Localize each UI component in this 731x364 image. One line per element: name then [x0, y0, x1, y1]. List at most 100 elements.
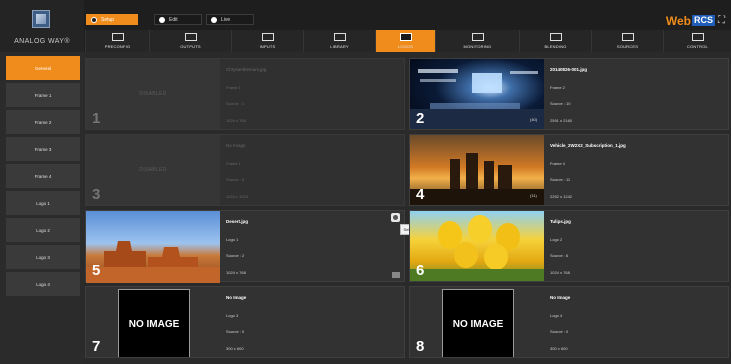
card-resolution: 2591 x 2160 — [550, 118, 573, 123]
tab-label: SOURCES — [616, 44, 639, 49]
card-info: Vehicle_2W2X2_Subscription_1.jpg Frame 4… — [550, 135, 728, 205]
disabled-label: DISABLED — [139, 167, 167, 173]
disabled-label: DISABLED — [139, 91, 167, 97]
inputs-icon — [261, 33, 274, 41]
logo-card-3[interactable]: DISABLED 3 No Image Frame 1 Source : 0 1… — [85, 134, 405, 206]
card-filename: No Image — [226, 143, 246, 148]
logo-card-5[interactable]: 5 Desert.jpg Logo 1 Source : 2 1024 x 76… — [85, 210, 418, 283]
tab-label: LOGOS — [397, 44, 414, 49]
card-source: Source : 11 — [550, 177, 571, 182]
factory-image-icon — [410, 153, 544, 205]
card-badge: (40) — [530, 117, 538, 122]
control-icon — [691, 33, 704, 41]
tab-library[interactable]: LIBRARY — [303, 30, 375, 52]
card-filename: Desert.jpg — [226, 219, 249, 224]
sidebar-item-label: General — [34, 65, 51, 71]
logo-card-8[interactable]: NO IMAGE 8 No Image Logo 4 Source : 0 30… — [409, 286, 729, 358]
monitoring-icon — [471, 33, 484, 41]
blending-icon — [549, 33, 562, 41]
logo-grid: DISABLED 1 Chrysanthemum.jpg Frame 1 Sou… — [85, 56, 731, 364]
mode-edit-button[interactable]: Edit — [154, 14, 202, 25]
card-number: 5 — [92, 262, 101, 279]
sidebar-item-logo-3[interactable]: Logo 3 — [6, 245, 80, 269]
mode-setup-button[interactable]: Setup — [86, 14, 138, 25]
stage-image-icon — [410, 69, 544, 129]
card-filename: Tulips.jpg — [550, 219, 571, 224]
card-resolution: 1024 x 768 — [226, 118, 246, 123]
analog-way-logo-icon — [32, 10, 50, 28]
card-number: 6 — [416, 262, 425, 279]
no-image-placeholder: NO IMAGE — [118, 289, 190, 357]
card-filename: No Image — [550, 295, 571, 300]
card-thumbnail — [410, 59, 544, 129]
tab-inputs[interactable]: INPUTS — [231, 30, 303, 52]
tab-label: MONITORING — [463, 44, 492, 49]
sidebar-item-frame-4[interactable]: Frame 4 — [6, 164, 80, 188]
sidebar-item-general[interactable]: General — [6, 56, 80, 80]
sidebar-item-label: Logo 2 — [36, 227, 50, 233]
card-number: 3 — [92, 186, 101, 203]
brand-name: ANALOG WAY® — [14, 38, 70, 45]
brand-web-text: Web — [665, 13, 691, 28]
card-slot: Logo 3 — [226, 313, 239, 318]
tab-label: PRECONFIG — [104, 44, 131, 49]
setup-gear-icon[interactable] — [391, 213, 400, 222]
tab-logos[interactable]: LOGOS — [375, 30, 435, 52]
sidebar-item-label: Frame 3 — [34, 146, 52, 152]
mode-label: Edit — [169, 16, 178, 23]
tab-blending[interactable]: BLENDING — [519, 30, 591, 52]
card-number: 2 — [416, 110, 425, 127]
logo-card-7[interactable]: NO IMAGE 7 No Image Logo 3 Source : 0 30… — [85, 286, 405, 358]
card-source: Source : 0 — [550, 329, 569, 334]
card-resolution: 1024 x 768 — [226, 270, 246, 275]
tab-monitoring[interactable]: MONITORING — [435, 30, 519, 52]
mode-label: Setup — [101, 16, 115, 23]
sidebar-item-logo-1[interactable]: Logo 1 — [6, 191, 80, 215]
sidebar-item-label: Frame 1 — [34, 92, 52, 98]
card-resolution: 300 x 600 — [550, 346, 568, 351]
radio-icon — [211, 16, 217, 23]
card-filename: 20140826-001.jpg — [550, 67, 588, 72]
card-source: Source : 6 — [550, 253, 569, 258]
card-thumbnail: NO IMAGE — [410, 287, 544, 357]
card-source: Source : 2 — [226, 253, 245, 258]
card-thumbnail — [410, 135, 544, 205]
tab-sources[interactable]: SOURCES — [591, 30, 663, 52]
logo-card-2[interactable]: 2 (40) 20140826-001.jpg Frame 2 Source :… — [409, 58, 729, 130]
sources-icon — [621, 33, 634, 41]
fullscreen-icon[interactable]: ⛶ — [718, 15, 725, 26]
card-number: 1 — [92, 110, 101, 127]
card-number: 7 — [92, 338, 101, 355]
card-resolution: 2252 x 1242 — [550, 194, 573, 199]
mode-label: Live — [221, 16, 231, 23]
no-image-placeholder: NO IMAGE — [442, 289, 514, 357]
card-slot: Frame 2 — [550, 85, 565, 90]
card-resolution: 1024 x 1024 — [226, 194, 249, 199]
sidebar-item-logo-2[interactable]: Logo 2 — [6, 218, 80, 242]
brand-logo: ANALOG WAY® — [0, 0, 84, 52]
tab-outputs[interactable]: OUTPUTS — [149, 30, 231, 52]
card-number: 4 — [416, 186, 425, 203]
logos-icon — [399, 33, 412, 41]
sidebar-item-frame-2[interactable]: Frame 2 — [6, 110, 80, 134]
tab-control[interactable]: CONTROL — [663, 30, 731, 52]
mode-live-button[interactable]: Live — [206, 14, 254, 25]
logo-card-1[interactable]: DISABLED 1 Chrysanthemum.jpg Frame 1 Sou… — [85, 58, 405, 130]
card-info: 20140826-001.jpg Frame 2 Source : 10 259… — [550, 59, 728, 129]
tab-preconfig[interactable]: PRECONFIG — [85, 30, 149, 52]
outputs-icon — [184, 33, 197, 41]
logo-card-4[interactable]: 4 (11) Vehicle_2W2X2_Subscription_1.jpg … — [409, 134, 729, 206]
sidebar-item-frame-1[interactable]: Frame 1 — [6, 83, 80, 107]
card-filename: No Image — [226, 295, 247, 300]
clear-logo-icon[interactable] — [392, 272, 400, 278]
card-slot: Logo 4 — [550, 313, 563, 318]
sidebar-item-frame-3[interactable]: Frame 3 — [6, 137, 80, 161]
logo-card-6[interactable]: 6 Tulips.jpg Logo 2 Source : 6 1024 x 76… — [409, 210, 729, 282]
card-number: 8 — [416, 338, 425, 355]
tab-label: OUTPUTS — [180, 44, 201, 49]
card-filename: Vehicle_2W2X2_Subscription_1.jpg — [550, 143, 626, 148]
card-badge: (11) — [530, 193, 537, 198]
sidebar-item-label: Frame 4 — [34, 173, 52, 179]
card-filename: Chrysanthemum.jpg — [226, 67, 267, 72]
sidebar-item-logo-4[interactable]: Logo 4 — [6, 272, 80, 296]
